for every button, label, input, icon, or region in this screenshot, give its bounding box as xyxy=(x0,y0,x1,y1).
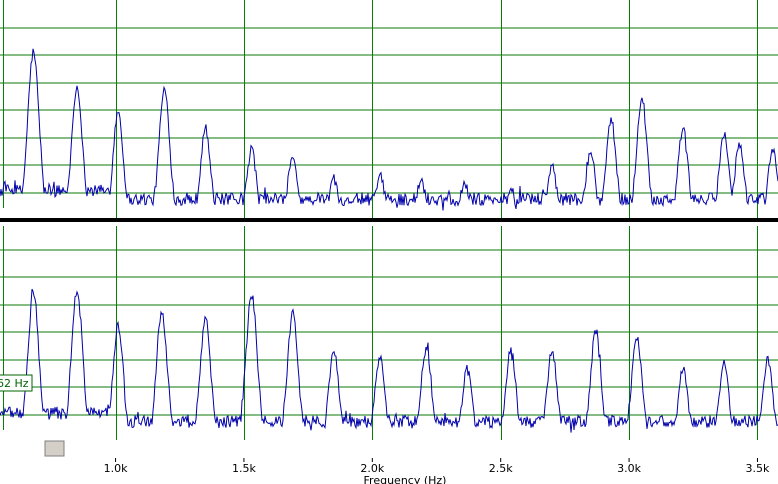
spectrum-chart: 62 Hz 1.0k 1.5k 2.0k 2.5k 3.0k 3.5k Frequency… xyxy=(0,0,778,484)
x-tick-label: 3.5k xyxy=(746,462,770,475)
top-panel-grid xyxy=(0,0,778,218)
scrollbar-thumb[interactable] xyxy=(44,440,65,457)
x-tick-label: 1.0k xyxy=(104,462,128,475)
spectrum-view: 62 Hz 1.0k 1.5k 2.0k 2.5k 3.0k 3.5k Frequency… xyxy=(0,0,778,484)
x-axis-title: Frequency (Hz) xyxy=(364,474,447,484)
x-tick-label: 1.5k xyxy=(232,462,256,475)
cursor-readout: 62 Hz xyxy=(0,374,33,392)
cursor-readout-label: 62 Hz xyxy=(0,377,29,390)
x-tick-label: 3.0k xyxy=(617,462,641,475)
x-tick-label: 2.5k xyxy=(489,462,513,475)
scrollbar-track[interactable] xyxy=(0,440,778,458)
horizontal-scrollbar[interactable] xyxy=(0,440,778,458)
